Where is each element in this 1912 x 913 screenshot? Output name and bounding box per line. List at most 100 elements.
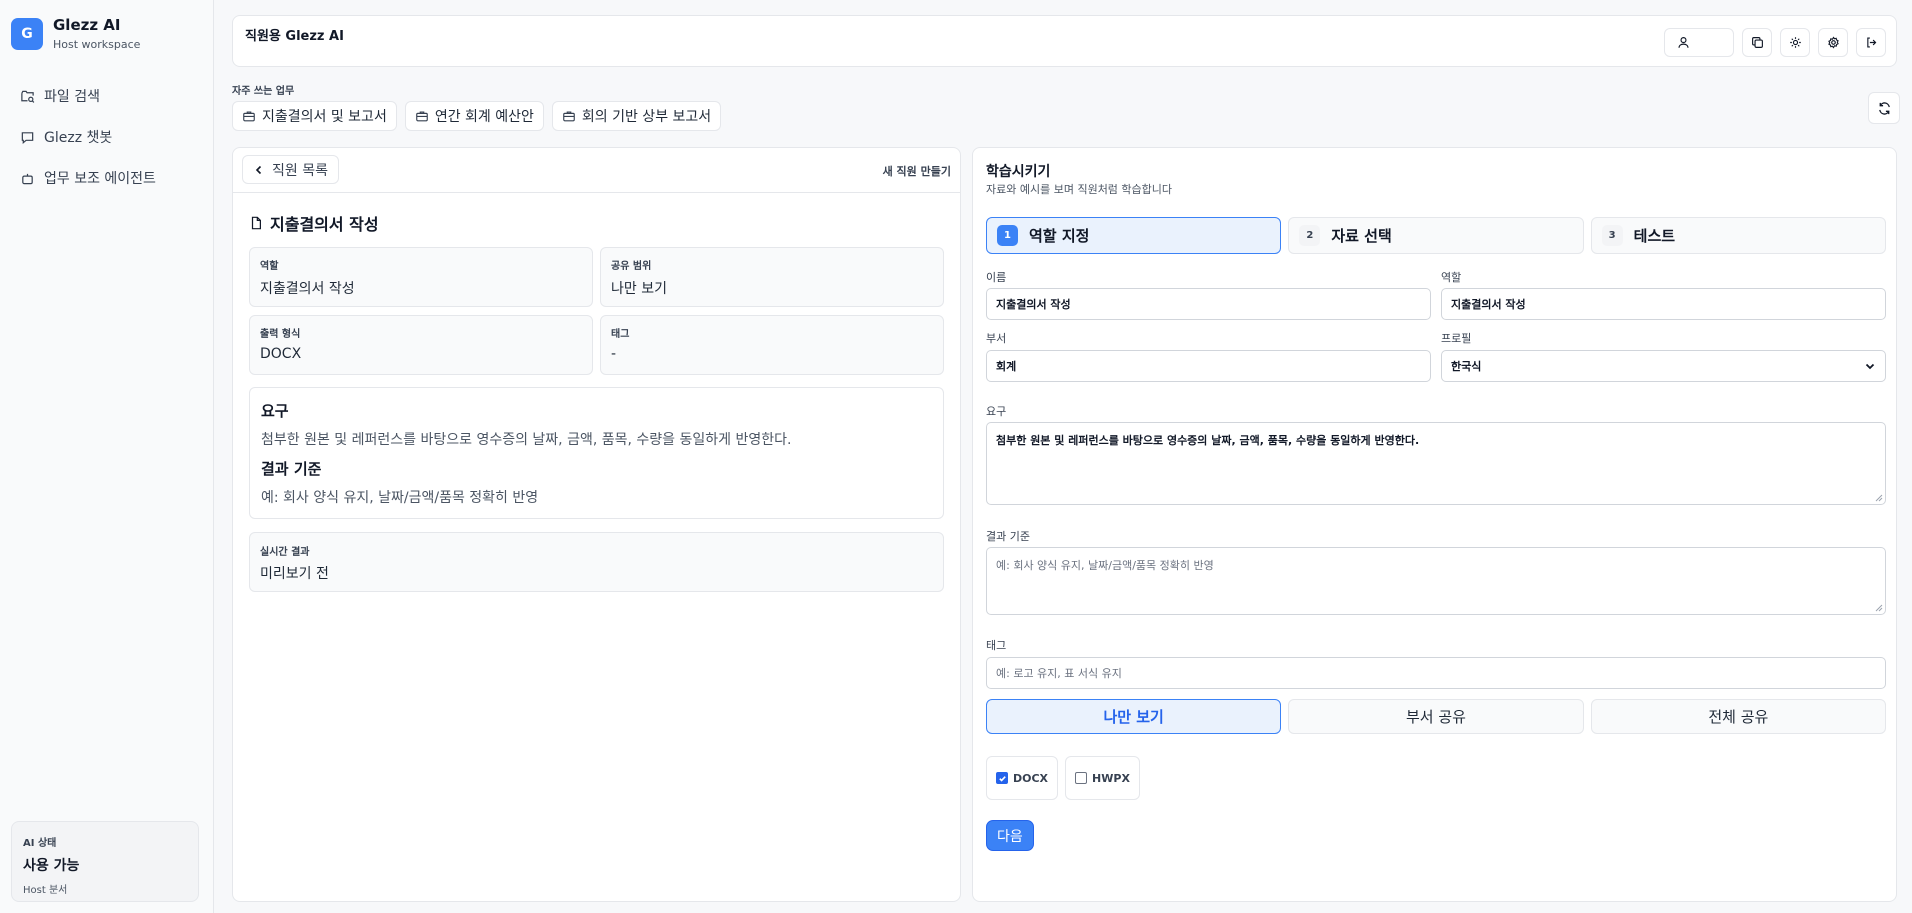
sidebar-nav: 파일 검색 Glezz 챗봇 업무 보조 에이전트 <box>10 78 204 201</box>
brand-name: Glezz AI <box>53 16 121 34</box>
info-card-value: DOCX <box>260 346 302 362</box>
criteria-label: 결과 기준 <box>986 530 1030 543</box>
theme-button[interactable] <box>1780 28 1810 57</box>
format-option-hwpx[interactable]: HWPX <box>1065 756 1140 800</box>
step-label: 자료 선택 <box>1331 227 1392 245</box>
requirement-textarea-value: 첨부한 원본 및 레퍼런스를 바탕으로 영수증의 날짜, 금액, 품목, 수량을… <box>996 434 1420 447</box>
share-private-button[interactable]: 나만 보기 <box>986 699 1282 734</box>
info-card-value: - <box>611 346 617 362</box>
info-card-value: 지출결의서 작성 <box>260 281 355 297</box>
step-number: 3 <box>1601 225 1623 246</box>
quick-task-button[interactable]: 연간 회계 예산안 <box>404 101 544 131</box>
refresh-button[interactable] <box>1868 92 1900 124</box>
brand-subtitle: Host workspace <box>53 38 141 51</box>
info-card-key: 공유 범위 <box>611 261 652 272</box>
new-employee-link[interactable]: 새 직원 만들기 <box>883 163 951 179</box>
tag-input[interactable]: 예: 로고 유지, 표 서식 유지 <box>986 657 1886 689</box>
name-field[interactable]: 지출결의서 작성 <box>986 288 1431 320</box>
info-card-tags: 태그 - <box>600 315 944 375</box>
requirement-heading: 요구 <box>261 402 289 420</box>
quick-task-button[interactable]: 회의 기반 상부 보고서 <box>551 101 722 131</box>
header-bar: 직원용 Glezz AI <box>232 15 1897 67</box>
requirement-text: 첨부한 원본 및 레퍼런스를 바탕으로 영수증의 날짜, 금액, 품목, 수량을… <box>261 432 792 448</box>
resize-handle-icon <box>1875 494 1883 502</box>
info-card-role: 역할 지출결의서 작성 <box>249 247 593 307</box>
user-icon <box>1678 37 1689 48</box>
share-all-button[interactable]: 전체 공유 <box>1590 699 1886 734</box>
next-button[interactable]: 다음 <box>986 820 1034 851</box>
training-subtitle: 자료와 예시를 보며 직원처럼 학습합니다 <box>986 183 1173 196</box>
role-field[interactable]: 지출결의서 작성 <box>1441 288 1886 320</box>
step-tab-role[interactable]: 1 역할 지정 <box>986 217 1282 254</box>
docx-checkbox[interactable] <box>996 772 1008 784</box>
info-card-value: 나만 보기 <box>611 281 667 297</box>
step-label: 테스트 <box>1633 227 1676 245</box>
profile-select[interactable]: 한국식 <box>1441 350 1886 382</box>
ai-status-title: AI 상태 <box>23 838 57 849</box>
format-option-docx[interactable]: DOCX <box>986 756 1059 800</box>
copy-button[interactable] <box>1742 28 1772 57</box>
sidebar-item-chatbot[interactable]: Glezz 챗봇 <box>10 119 204 155</box>
live-result-key: 실시간 결과 <box>260 547 310 558</box>
hwpx-checkbox[interactable] <box>1075 772 1088 784</box>
role-label: 역할 <box>1441 271 1462 284</box>
live-result-card: 실시간 결과 미리보기 전 <box>249 532 944 592</box>
briefcase-icon <box>243 111 255 122</box>
info-card-key: 출력 형식 <box>260 329 301 340</box>
quick-task-label: 지출결의서 및 보고서 <box>262 109 387 125</box>
brand-logo: G <box>11 17 43 50</box>
file-icon <box>251 216 261 230</box>
sidebar-item-file-search[interactable]: 파일 검색 <box>10 78 204 114</box>
logout-button[interactable] <box>1856 28 1886 57</box>
sun-icon <box>1789 37 1801 48</box>
back-to-list-button[interactable]: 직원 목록 <box>242 155 339 184</box>
gear-icon <box>1827 36 1839 49</box>
sidebar: G Glezz AI Host workspace 파일 검색 Glezz 챗봇… <box>0 0 214 913</box>
quick-tasks: 지출결의서 및 보고서 연간 회계 예산안 회의 기반 상부 보고서 <box>232 101 722 131</box>
step-label: 역할 지정 <box>1029 227 1090 245</box>
criteria-heading: 결과 기준 <box>261 460 322 478</box>
training-panel: 학습시키기 자료와 예시를 보며 직원처럼 학습합니다 1 역할 지정 2 자료… <box>972 147 1897 902</box>
refresh-icon <box>1878 101 1890 115</box>
sidebar-item-label: 업무 보조 에이전트 <box>44 171 156 187</box>
logout-icon <box>1866 37 1876 48</box>
step-number: 2 <box>1299 225 1321 246</box>
requirement-textarea[interactable]: 첨부한 원본 및 레퍼런스를 바탕으로 영수증의 날짜, 금액, 품목, 수량을… <box>986 422 1886 505</box>
criteria-placeholder: 예: 회사 양식 유지, 날짜/금액/품목 정확히 반영 <box>996 559 1214 572</box>
share-department-button[interactable]: 부서 공유 <box>1288 699 1584 734</box>
chevron-down-icon <box>1865 363 1875 370</box>
step-tabs: 1 역할 지정 2 자료 선택 3 테스트 <box>986 217 1886 254</box>
quick-task-label: 연간 회계 예산안 <box>434 109 534 125</box>
name-label: 이름 <box>986 271 1007 284</box>
output-format-options: DOCX HWPX <box>986 756 1140 800</box>
bot-icon <box>22 173 33 184</box>
live-result-value: 미리보기 전 <box>260 566 329 582</box>
quick-task-button[interactable]: 지출결의서 및 보고서 <box>232 101 397 131</box>
folder-search-icon <box>21 90 35 103</box>
settings-button[interactable] <box>1818 28 1848 57</box>
checkmark-icon <box>998 775 1006 782</box>
step-tab-material[interactable]: 2 자료 선택 <box>1288 217 1584 254</box>
ai-status-value: 사용 가능 <box>23 858 80 874</box>
chat-icon <box>21 131 34 144</box>
info-card-share-scope: 공유 범위 나만 보기 <box>600 247 944 307</box>
step-tab-test[interactable]: 3 테스트 <box>1590 217 1886 254</box>
training-title: 학습시키기 <box>986 164 1051 180</box>
page-title: 직원용 Glezz AI <box>245 29 344 44</box>
document-title: 지출결의서 작성 <box>249 211 379 235</box>
quick-tasks-label: 자주 쓰는 업무 <box>232 86 295 97</box>
briefcase-icon <box>416 111 428 122</box>
criteria-textarea[interactable]: 예: 회사 양식 유지, 날짜/금액/품목 정확히 반영 <box>986 547 1886 615</box>
sidebar-item-label: 파일 검색 <box>44 89 100 105</box>
sidebar-item-agent[interactable]: 업무 보조 에이전트 <box>10 160 204 196</box>
employee-detail-panel: 직원 목록 새 직원 만들기 지출결의서 작성 역할 지출결의서 작성 공유 범… <box>232 147 961 902</box>
briefcase-icon <box>563 111 575 122</box>
profile-label: 프로필 <box>1441 332 1472 345</box>
chevron-left-icon <box>255 165 262 174</box>
user-button[interactable] <box>1664 28 1734 57</box>
format-label: DOCX <box>1013 771 1049 785</box>
step-number: 1 <box>997 225 1018 246</box>
ai-status-sub: Host 분서 <box>23 885 68 896</box>
brand[interactable]: G Glezz AI Host workspace <box>11 16 140 51</box>
department-field[interactable]: 회계 <box>986 350 1431 382</box>
